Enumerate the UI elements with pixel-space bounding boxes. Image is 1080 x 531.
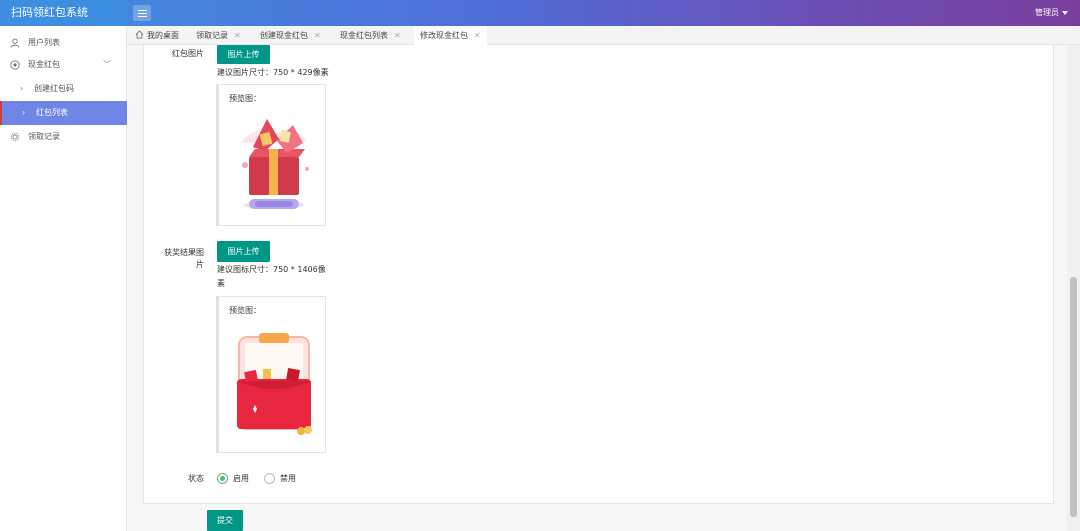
tab-desktop[interactable]: 我的桌面 xyxy=(129,26,185,45)
status-disable-label[interactable]: 禁用 xyxy=(280,473,296,484)
close-icon[interactable]: ✕ xyxy=(234,31,241,40)
result-image-label-line1: 获奖结果图 xyxy=(164,248,204,257)
result-image-label-line2: 片 xyxy=(196,260,204,269)
result-image-hint: 建议图标尺寸：750 * 1406像 素 xyxy=(217,263,326,291)
sidebar-item-label: 领取记录 xyxy=(28,132,60,141)
close-icon[interactable]: ✕ xyxy=(314,31,321,40)
caret-down-icon xyxy=(1062,10,1068,15)
close-icon[interactable]: ✕ xyxy=(394,31,401,40)
result-image-hint-line2: 素 xyxy=(217,279,225,288)
chevron-right-icon: › xyxy=(22,108,26,117)
user-icon xyxy=(10,38,20,48)
main-content: 红包图片 图片上传 建议图片尺寸：750 * 429像素 预览图： 获奖结果图 … xyxy=(127,45,1067,531)
edit-form-panel: 红包图片 图片上传 建议图片尺寸：750 * 429像素 预览图： 获奖结果图 … xyxy=(143,45,1054,504)
tab-label: 创建现金红包 xyxy=(260,31,308,40)
menu-icon-line xyxy=(137,12,147,14)
menu-icon-line xyxy=(137,15,147,17)
page-scrollbar[interactable] xyxy=(1067,45,1080,531)
tab-label: 我的桌面 xyxy=(147,31,179,40)
tab-label: 现金红包列表 xyxy=(340,31,388,40)
sidebar-item-user-list[interactable]: 用户列表 xyxy=(0,31,127,55)
redpack-image-hint: 建议图片尺寸：750 * 429像素 xyxy=(217,68,329,77)
scrollbar-thumb[interactable] xyxy=(1070,277,1077,517)
gear-icon xyxy=(10,132,20,142)
admin-menu[interactable]: 管理员 xyxy=(1035,0,1068,26)
result-image-label: 获奖结果图 片 xyxy=(160,247,204,271)
submit-button[interactable]: 提交 xyxy=(207,510,243,531)
sidebar-item-claim-records[interactable]: 领取记录 xyxy=(0,125,127,149)
chevron-right-icon: › xyxy=(20,84,24,93)
status-label: 状态 xyxy=(188,474,204,483)
top-header: 扫码领红包系统 管理员 xyxy=(0,0,1080,26)
redpack-image-label: 红包图片 xyxy=(172,49,204,58)
result-image-preview: 预览图： xyxy=(216,296,326,453)
sidebar-item-redpack-list[interactable]: › 红包列表 xyxy=(0,101,127,125)
tab-label: 修改现金红包 xyxy=(420,31,468,40)
tab-bar: 我的桌面 领取记录 ✕ 创建现金红包 ✕ 现金红包列表 ✕ 修改现金红包 ✕ xyxy=(127,26,1080,45)
preview-label: 预览图： xyxy=(229,94,261,103)
sidebar-item-create-code[interactable]: › 创建红包码 xyxy=(0,77,127,101)
sidebar-item-label: 创建红包码 xyxy=(34,84,74,93)
status-disable-radio[interactable] xyxy=(264,473,275,484)
status-enable-label[interactable]: 启用 xyxy=(233,473,249,484)
sidebar-item-label: 红包列表 xyxy=(36,108,68,117)
menu-icon-line xyxy=(137,9,147,11)
result-image-upload-button[interactable]: 图片上传 xyxy=(217,241,270,262)
status-enable-radio[interactable] xyxy=(217,473,228,484)
close-icon[interactable]: ✕ xyxy=(474,31,481,40)
tab-edit-cash-redpack[interactable]: 修改现金红包 ✕ xyxy=(414,26,487,45)
red-gift-box-image xyxy=(241,119,309,209)
redpack-image-preview: 预览图： xyxy=(216,84,326,226)
app-title: 扫码领红包系统 xyxy=(0,0,127,26)
tab-cash-redpack-list[interactable]: 现金红包列表 ✕ xyxy=(334,26,407,45)
sidebar-item-label: 现金红包 xyxy=(28,60,60,69)
home-icon xyxy=(135,30,144,39)
redpack-image-upload-button[interactable]: 图片上传 xyxy=(217,45,270,64)
sidebar-item-label: 用户列表 xyxy=(28,38,60,47)
preview-label: 预览图： xyxy=(229,306,261,315)
red-envelope-image xyxy=(237,333,312,435)
tab-label: 领取记录 xyxy=(196,31,228,40)
sidebar-item-cash-redpack[interactable]: 现金红包 ﹀ xyxy=(0,53,127,77)
menu-toggle-button[interactable] xyxy=(133,5,151,21)
tab-create-cash-redpack[interactable]: 创建现金红包 ✕ xyxy=(254,26,327,45)
money-icon xyxy=(10,60,20,70)
sidebar: 用户列表 现金红包 ﹀ › 创建红包码 › 红包列表 领取记录 xyxy=(0,26,127,531)
chevron-down-icon: ﹀ xyxy=(103,60,111,69)
tab-claim-records[interactable]: 领取记录 ✕ xyxy=(190,26,247,45)
result-image-hint-line1: 建议图标尺寸：750 * 1406像 xyxy=(217,265,326,274)
admin-label: 管理员 xyxy=(1035,8,1059,17)
